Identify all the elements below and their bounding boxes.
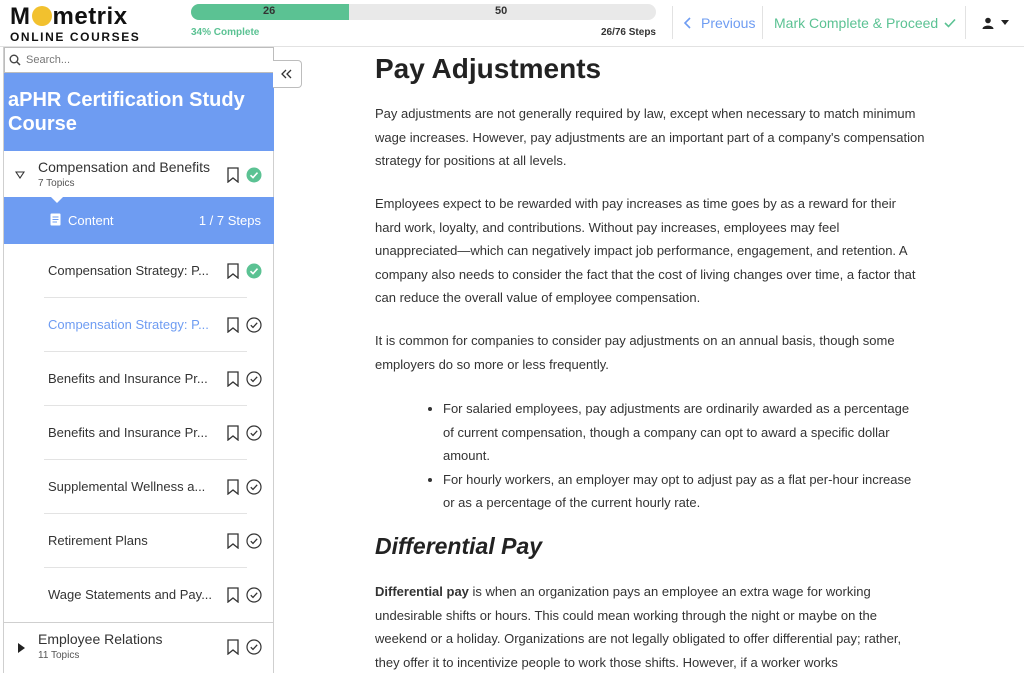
section-heading: Differential Pay <box>375 533 543 559</box>
paragraph: Employees expect to be rewarded with pay… <box>375 196 916 305</box>
percent-complete: 34% Complete <box>191 27 260 38</box>
progress-end-label: 50 <box>495 5 508 17</box>
bookmark-icon[interactable] <box>226 587 240 603</box>
logo-o-mark <box>31 6 52 26</box>
search-icon <box>9 54 21 66</box>
paragraph: It is common for companies to consider p… <box>375 333 895 372</box>
bookmark-icon[interactable] <box>226 371 240 387</box>
topic-title: Retirement Plans <box>48 533 148 548</box>
bookmark-icon[interactable] <box>226 317 240 333</box>
logo-wordmark: Mmetrix <box>10 3 128 30</box>
section-topic-count: 11 Topics <box>38 650 80 661</box>
page-title: Pay Adjustments <box>375 53 602 84</box>
completed-check-icon <box>246 263 262 279</box>
bookmark-icon[interactable] <box>226 639 240 655</box>
bookmark-icon[interactable] <box>226 167 240 183</box>
incomplete-check-icon <box>246 479 262 495</box>
paragraph: Pay adjustments are not generally requir… <box>375 106 925 168</box>
incomplete-check-icon <box>246 587 262 603</box>
previous-button[interactable]: Previous <box>672 6 762 39</box>
topic-item[interactable]: Supplemental Wellness a... <box>44 460 262 514</box>
incomplete-check-icon <box>246 317 262 333</box>
completed-check-icon <box>246 167 262 183</box>
list-item: For hourly workers, an employer may opt … <box>443 468 913 515</box>
section-compensation-and-benefits[interactable]: Compensation and Benefits 7 Topics <box>4 151 274 199</box>
incomplete-check-icon <box>246 533 262 549</box>
incomplete-check-icon <box>246 639 262 655</box>
section-topic-count: 7 Topics <box>38 178 75 189</box>
progress-bar: 26 50 <box>191 4 656 20</box>
steps-count: 26/76 Steps <box>600 27 656 38</box>
topic-title: Compensation Strategy: P... <box>48 317 209 332</box>
topic-item[interactable]: Retirement Plans <box>44 514 262 568</box>
mark-complete-proceed-button[interactable]: Mark Complete & Proceed <box>762 6 965 39</box>
caret-expanded-icon[interactable] <box>15 171 25 179</box>
defined-term: Differential pay <box>375 584 469 599</box>
check-icon <box>944 18 956 28</box>
mometrix-logo[interactable]: Mmetrix ONLINE COURSES <box>10 3 150 45</box>
section-employee-relations[interactable]: Employee Relations 11 Topics <box>4 622 274 670</box>
previous-label: Previous <box>701 14 756 31</box>
bookmark-icon[interactable] <box>226 533 240 549</box>
topic-item[interactable]: Wage Statements and Pay... <box>44 568 262 622</box>
top-bar: Mmetrix ONLINE COURSES 26 50 34% Complet… <box>0 0 1024 47</box>
bullet-list: For salaried employees, pay adjustments … <box>443 397 913 515</box>
section-title: Compensation and Benefits <box>38 159 210 175</box>
user-icon <box>982 17 993 29</box>
incomplete-check-icon <box>246 371 262 387</box>
collapse-sidebar-button[interactable] <box>273 60 302 88</box>
progress-start-label: 26 <box>263 5 276 17</box>
caret-down-icon <box>1000 20 1009 25</box>
section-title: Employee Relations <box>38 631 163 647</box>
topic-title: Benefits and Insurance Pr... <box>48 425 208 440</box>
topic-title: Compensation Strategy: P... <box>48 263 209 278</box>
course-title[interactable]: aPHR Certification Study Course <box>4 73 274 151</box>
incomplete-check-icon <box>246 425 262 441</box>
search-input[interactable]: Search... <box>26 54 70 66</box>
search-box[interactable]: Search... <box>4 47 274 73</box>
content-row[interactable]: Content 1 / 7 Steps <box>4 196 274 244</box>
document-icon <box>50 213 61 226</box>
topic-item[interactable]: Compensation Strategy: P... <box>44 244 262 298</box>
course-progress: 26 50 34% Complete 26/76 Steps <box>191 4 656 38</box>
topic-title: Benefits and Insurance Pr... <box>48 371 208 386</box>
bookmark-icon[interactable] <box>226 425 240 441</box>
bookmark-icon[interactable] <box>226 263 240 279</box>
content-step-count: 1 / 7 Steps <box>198 213 261 228</box>
chevron-left-icon <box>683 16 691 29</box>
logo-tagline: ONLINE COURSES <box>10 30 141 44</box>
list-item: For salaried employees, pay adjustments … <box>443 397 913 468</box>
user-menu-button[interactable] <box>965 6 1024 39</box>
topic-item[interactable]: Benefits and Insurance Pr... <box>44 352 262 406</box>
active-notch <box>50 196 64 203</box>
bookmark-icon[interactable] <box>226 479 240 495</box>
topic-item-active[interactable]: Compensation Strategy: P... <box>44 298 262 352</box>
content-label: Content <box>68 213 114 228</box>
topic-item[interactable]: Benefits and Insurance Pr... <box>44 406 262 460</box>
caret-collapsed-icon[interactable] <box>17 643 25 653</box>
course-sidebar: Search... aPHR Certification Study Cours… <box>3 47 274 673</box>
proceed-label: Mark Complete & Proceed <box>774 14 939 31</box>
double-chevron-left-icon <box>281 69 292 79</box>
paragraph: Differential pay is when an organization… <box>375 580 925 674</box>
topic-title: Wage Statements and Pay... <box>48 587 213 602</box>
topic-title: Supplemental Wellness a... <box>48 479 206 494</box>
